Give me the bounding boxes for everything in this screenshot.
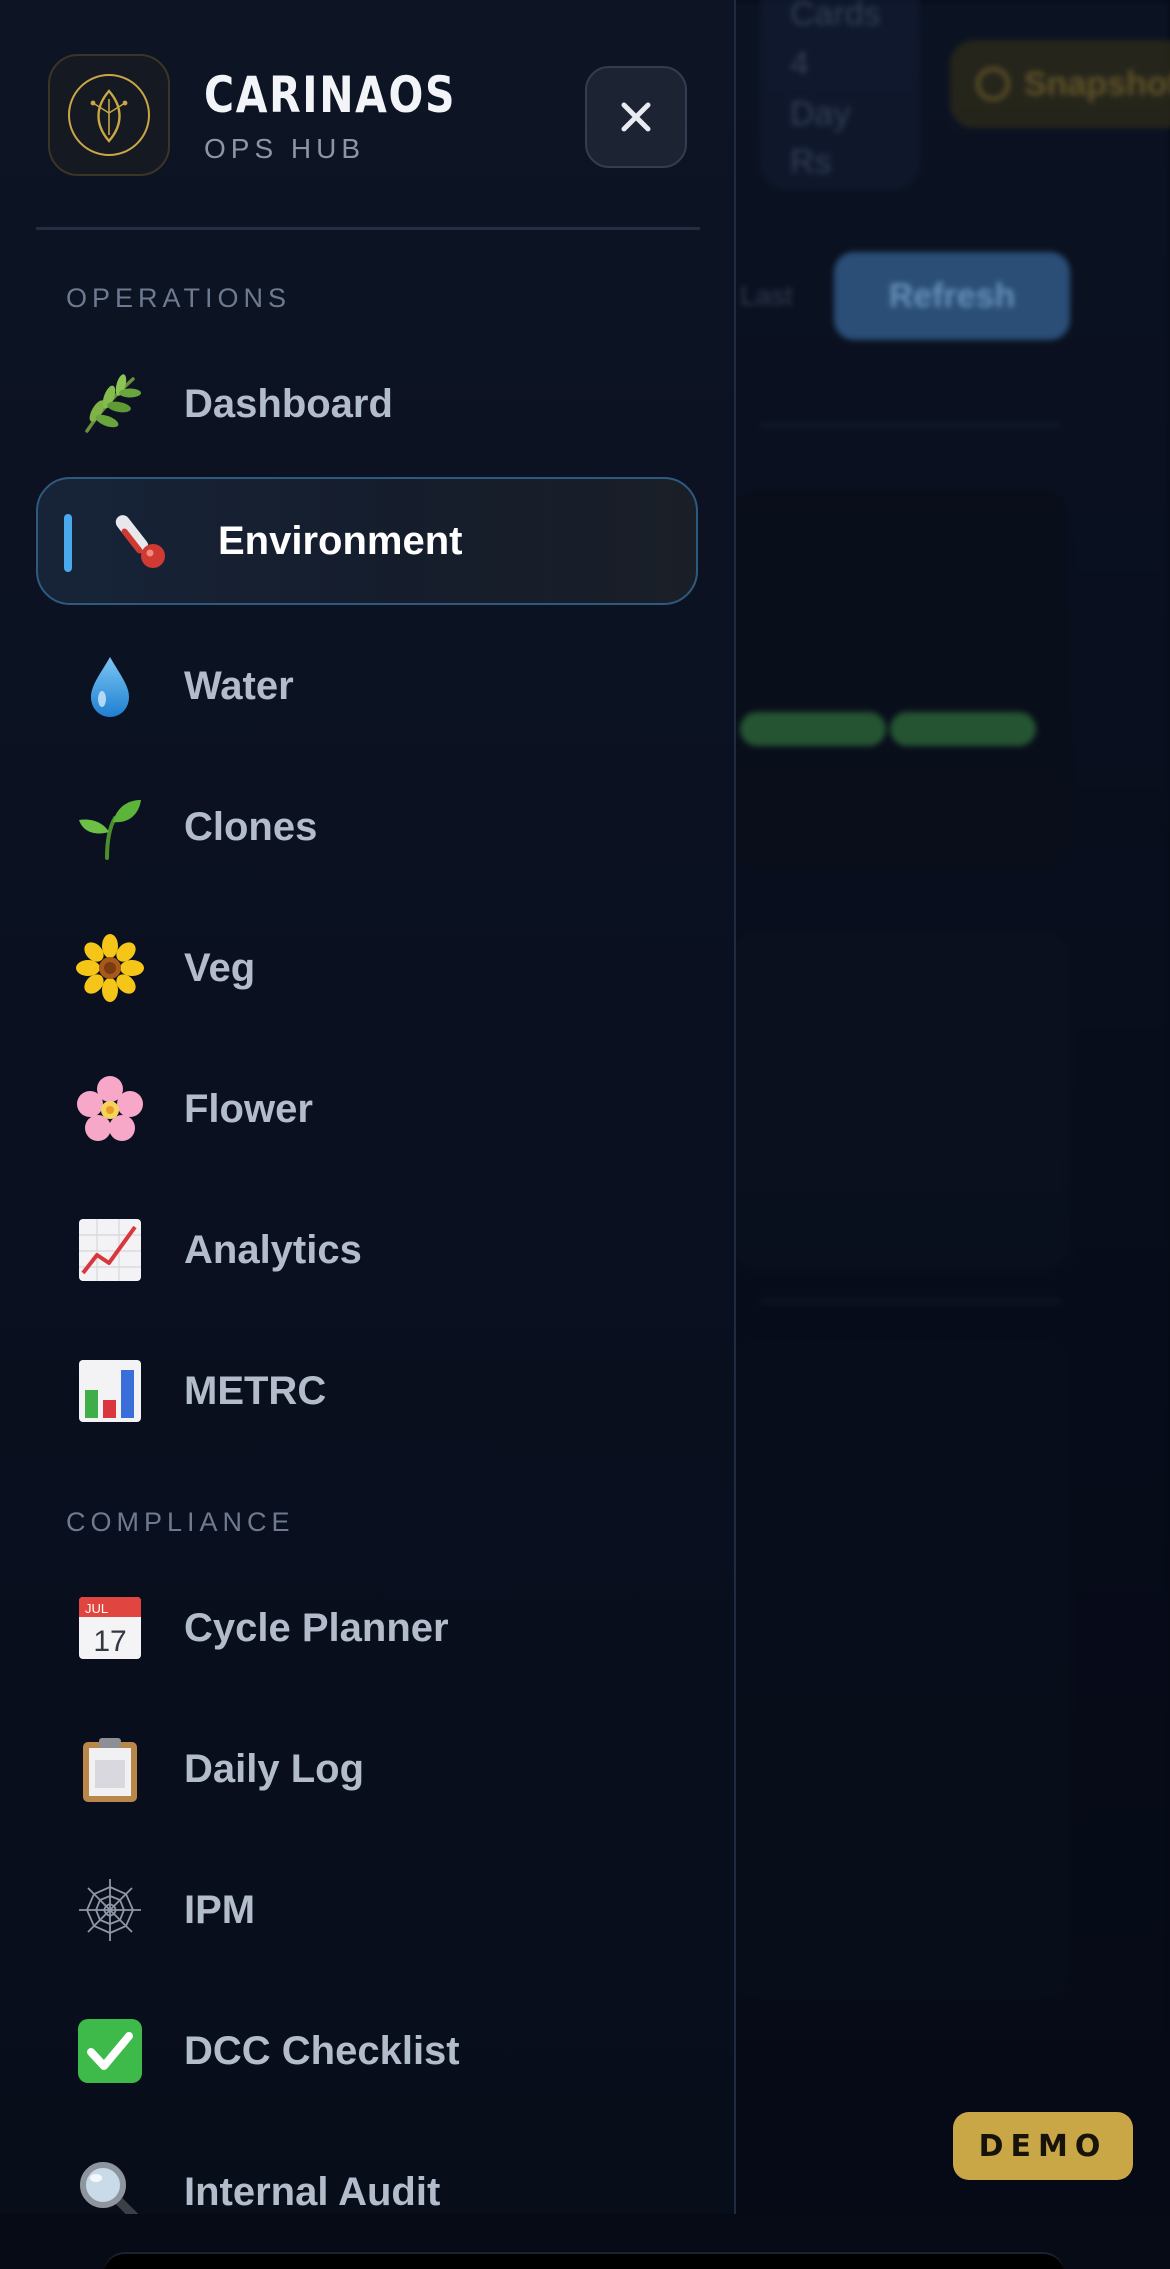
background-divider [760, 424, 1060, 427]
background-divider-2 [760, 1300, 1060, 1303]
background-progress-2 [890, 712, 1036, 746]
brand-logo [48, 54, 170, 176]
header-divider [36, 227, 700, 230]
demo-badge: DEMO [953, 2112, 1133, 2180]
nav-item-internal-audit[interactable]: Internal Audit [36, 2128, 698, 2214]
nav-label: Clones [184, 804, 318, 849]
cherry-blossom-icon [74, 1073, 146, 1145]
background-stat-label-3: Day [790, 95, 851, 133]
background-stat-label-2: 4 [790, 45, 809, 83]
nav-item-environment[interactable]: Environment [36, 477, 698, 605]
sunflower-icon [74, 932, 146, 1004]
seedling-icon [74, 791, 146, 863]
nav-label: METRC [184, 1368, 327, 1413]
magnifying-glass-icon [74, 2156, 146, 2214]
nav-item-ipm[interactable]: IPM [36, 1846, 698, 1974]
nav-item-dashboard[interactable]: Dashboard [36, 340, 698, 468]
nav-item-dcc-checklist[interactable]: DCC Checklist [36, 1987, 698, 2115]
navigation-drawer: CARINAOS OPS HUB OPERATIONS Dashboard En… [0, 0, 736, 2214]
background-side-label: Last [740, 280, 793, 311]
background-progress-1 [740, 712, 886, 746]
section-label-compliance: COMPLIANCE [66, 1507, 295, 1537]
droplet-icon [74, 650, 146, 722]
spider-web-icon [74, 1874, 146, 1946]
nav-label: Flower [184, 1086, 313, 1131]
chart-increasing-icon [74, 1214, 146, 1286]
background-snapshot-button: Snapshot [950, 40, 1170, 128]
nav-label: Cycle Planner [184, 1605, 449, 1650]
nav-label: DCC Checklist [184, 2028, 460, 2073]
nav-label: Analytics [184, 1227, 362, 1272]
nav-item-analytics[interactable]: Analytics [36, 1186, 698, 1314]
nav-label: Internal Audit [184, 2169, 441, 2214]
nav-label: Dashboard [184, 381, 393, 426]
app-root: Cards 4 Day Rs Snapshot Last Refresh CAR… [0, 0, 1170, 2269]
nav-label: Environment [218, 518, 463, 563]
nav-item-clones[interactable]: Clones [36, 763, 698, 891]
herb-icon [74, 368, 146, 440]
bottom-sheet-handle [104, 2252, 1064, 2269]
nav-label: Daily Log [184, 1746, 365, 1791]
nav-item-flower[interactable]: Flower [36, 1045, 698, 1173]
calendar-icon: JUL 17 [74, 1592, 146, 1664]
background-stat-label-4: Rs [790, 143, 832, 181]
close-icon [621, 102, 651, 132]
close-drawer-button[interactable] [585, 66, 687, 168]
nav-item-water[interactable]: Water [36, 622, 698, 750]
bar-chart-icon [74, 1355, 146, 1427]
brand-header: CARINAOS OPS HUB [48, 54, 512, 176]
calendar-day: 17 [93, 1625, 126, 1658]
background-refresh-button: Refresh [834, 252, 1070, 340]
section-label-operations: OPERATIONS [66, 283, 292, 313]
background-panel-1 [730, 490, 1070, 870]
nav-item-cycle-planner[interactable]: JUL 17 Cycle Planner [36, 1564, 698, 1692]
background-stat-label-1: Cards [790, 0, 881, 33]
brand-name: CARINAOS [204, 66, 457, 124]
background-panel-3 [730, 1340, 1070, 2000]
nav-label: IPM [184, 1887, 256, 1932]
leaf-emblem-icon [68, 74, 150, 156]
nav-item-metrc[interactable]: METRC [36, 1327, 698, 1455]
background-panel-2 [730, 930, 1070, 1270]
background-snapshot-label: Snapshot [1024, 64, 1170, 103]
brand-subtitle: OPS HUB [204, 133, 366, 164]
nav-label: Water [184, 663, 294, 708]
thermometer-icon [106, 505, 178, 577]
active-indicator [64, 514, 72, 572]
nav-item-veg[interactable]: Veg [36, 904, 698, 1032]
background-snapshot-icon [976, 67, 1010, 101]
check-mark-icon [74, 2015, 146, 2087]
calendar-month: JUL [85, 1601, 108, 1616]
nav-item-daily-log[interactable]: Daily Log [36, 1705, 698, 1833]
clipboard-icon [74, 1733, 146, 1805]
nav-label: Veg [184, 945, 256, 990]
